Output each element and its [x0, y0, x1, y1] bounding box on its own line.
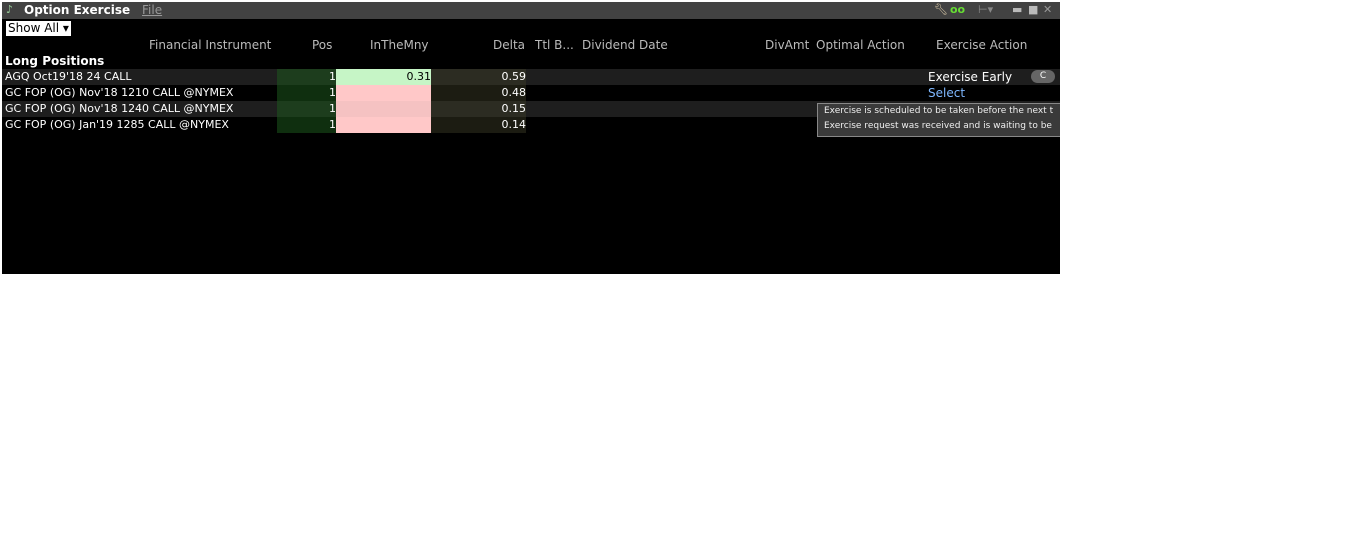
- delta: 0.48: [431, 85, 526, 101]
- close-icon[interactable]: ✕: [1043, 3, 1052, 16]
- window-title: Option Exercise: [24, 3, 131, 17]
- inthemny: [336, 117, 431, 133]
- instrument: GC FOP (OG) Jan'19 1285 CALL @NYMEX: [5, 118, 229, 131]
- minimize-icon[interactable]: ▬: [1012, 3, 1022, 16]
- group-long-positions: Long Positions: [5, 54, 105, 68]
- instrument: GC FOP (OG) Nov'18 1240 CALL @NYMEX: [5, 102, 234, 115]
- col-dividend-date[interactable]: Dividend Date: [582, 38, 668, 52]
- table-row[interactable]: GC FOP (OG) Nov'18 1210 CALL @NYMEX 1 0.…: [2, 85, 1060, 101]
- exercise-action-select[interactable]: Select: [928, 85, 965, 101]
- pos: 1: [277, 101, 336, 117]
- link-icon[interactable]: oo: [950, 3, 965, 16]
- pin-icon[interactable]: ⊢▾: [978, 3, 993, 16]
- col-exercise-action[interactable]: Exercise Action: [936, 38, 1027, 52]
- chevron-down-icon: ▾: [62, 21, 69, 35]
- inthemny: [336, 85, 431, 101]
- tooltip-line: Exercise is scheduled to be taken before…: [824, 106, 1054, 116]
- delta: 0.59: [431, 69, 526, 85]
- instrument: GC FOP (OG) Nov'18 1210 CALL @NYMEX: [5, 86, 234, 99]
- exercise-action[interactable]: Exercise Early: [928, 69, 1012, 85]
- tooltip-line: Exercise request was received and is wai…: [824, 121, 1052, 131]
- maximize-icon[interactable]: ■: [1028, 3, 1038, 16]
- col-delta[interactable]: Delta: [493, 38, 525, 52]
- inthemny: [336, 101, 431, 117]
- col-divamt[interactable]: DivAmt: [765, 38, 809, 52]
- pos: 1: [277, 117, 336, 133]
- col-inthemny[interactable]: InTheMny: [370, 38, 429, 52]
- col-financial-instrument[interactable]: Financial Instrument: [149, 38, 271, 52]
- app-icon: ♪: [6, 3, 14, 16]
- tooltip: Exercise is scheduled to be taken before…: [817, 103, 1060, 137]
- wrench-icon[interactable]: 🔧︎: [934, 3, 948, 16]
- col-ttl-b[interactable]: Ttl B...: [535, 38, 574, 52]
- cancel-button[interactable]: C: [1031, 70, 1055, 83]
- inthemny: 0.31: [336, 69, 431, 85]
- filter-value: Show All: [8, 21, 60, 35]
- delta: 0.14: [431, 117, 526, 133]
- pos: 1: [277, 69, 336, 85]
- col-pos[interactable]: Pos: [312, 38, 332, 52]
- instrument: AGQ Oct19'18 24 CALL: [5, 70, 132, 83]
- delta: 0.15: [431, 101, 526, 117]
- filter-dropdown[interactable]: Show All ▾: [6, 21, 71, 36]
- table-row[interactable]: AGQ Oct19'18 24 CALL 1 0.31 0.59 Exercis…: [2, 69, 1060, 85]
- title-bar: ♪ Option Exercise File 🔧︎ oo ⊢▾ ▬ ■ ✕: [2, 2, 1060, 19]
- option-exercise-window: ♪ Option Exercise File 🔧︎ oo ⊢▾ ▬ ■ ✕ Sh…: [2, 2, 1060, 274]
- pos: 1: [277, 85, 336, 101]
- col-optimal-action[interactable]: Optimal Action: [816, 38, 905, 52]
- file-menu[interactable]: File: [142, 3, 162, 17]
